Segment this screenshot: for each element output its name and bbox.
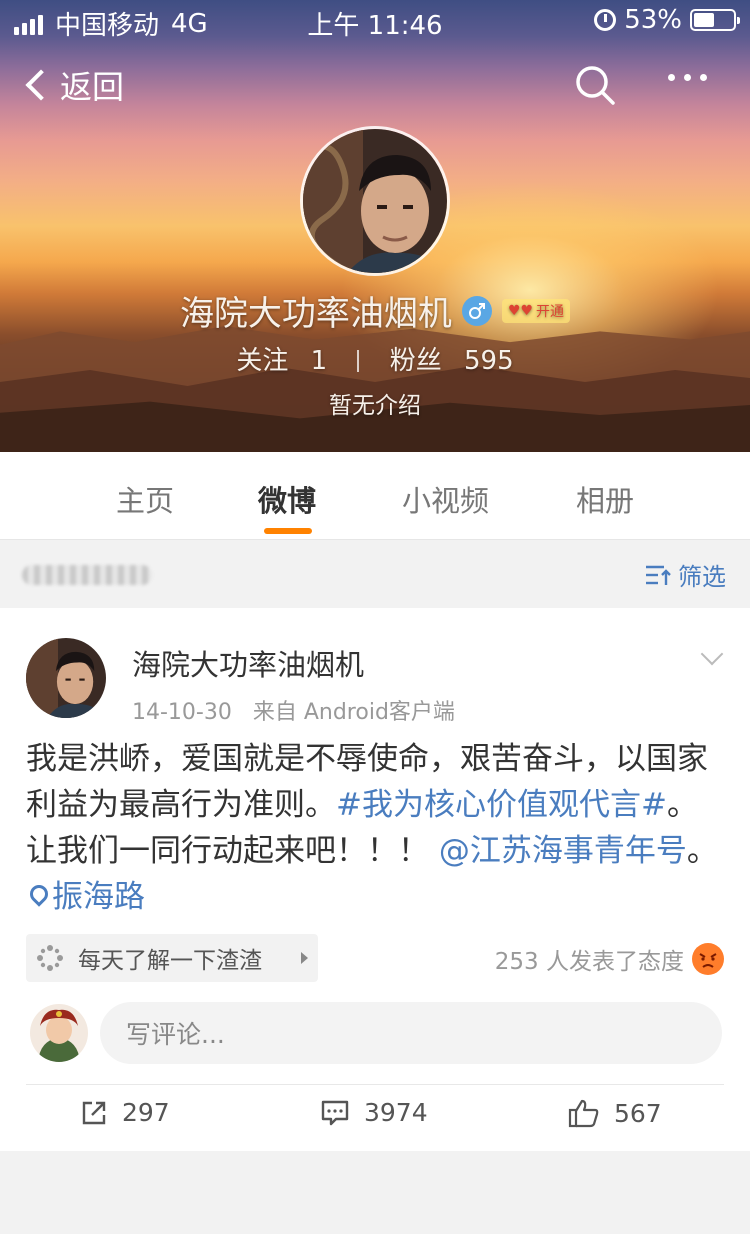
tab-home[interactable]: 主页: [116, 478, 174, 520]
topic-label: 每天了解一下渣渣: [78, 948, 262, 974]
profile-stats: 关注 1 粉丝 595: [0, 340, 750, 377]
battery-percent: 53%: [624, 5, 682, 35]
profile-tabs: 主页 微博 小视频 相册: [0, 452, 750, 540]
topic-chip[interactable]: 每天了解一下渣渣: [26, 934, 318, 982]
chevron-left-icon: [25, 69, 57, 101]
followers-stat[interactable]: 粉丝 595: [390, 346, 514, 376]
filter-icon: [646, 565, 671, 585]
filter-label: 筛选: [678, 563, 726, 591]
vip-icon: ♥♥: [507, 302, 534, 319]
tab-album[interactable]: 相册: [576, 478, 634, 520]
blurred-text: [22, 565, 152, 585]
post-card: 海院大功率油烟机 14-10-30 来自 Android客户端 我是洪峤，爱国就…: [0, 608, 750, 1151]
vip-badge[interactable]: ♥♥ 开通: [501, 298, 571, 323]
feed-background: [0, 1151, 750, 1234]
battery-icon: [690, 9, 740, 31]
current-user-avatar: [30, 1004, 88, 1062]
status-bar: 中国移动 4G 上午 11:46 53%: [0, 0, 750, 41]
profile-name-row: 海院大功率油烟机 ♥♥ 开通: [0, 286, 750, 335]
following-stat[interactable]: 关注 1: [236, 346, 335, 376]
thumbs-up-icon: [568, 1099, 599, 1128]
comment-count: 3974: [364, 1098, 428, 1127]
profile-avatar[interactable]: [300, 126, 450, 276]
hashtag-link[interactable]: #我为核心价值观代言#: [336, 787, 667, 823]
post-meta: 14-10-30 来自 Android客户端: [132, 694, 455, 726]
post-author-name[interactable]: 海院大功率油烟机: [132, 642, 364, 684]
post-author-avatar[interactable]: [26, 638, 106, 718]
filter-button[interactable]: 筛选: [644, 557, 726, 592]
alarm-icon: [594, 9, 617, 31]
back-label: 返回: [60, 68, 125, 106]
actions-divider: [26, 1084, 724, 1085]
repost-icon: [82, 1101, 106, 1124]
more-icon[interactable]: [668, 74, 707, 81]
profile-bio: 暂无介绍: [329, 393, 421, 419]
topic-sparkle-icon: [37, 945, 63, 971]
play-arrow-icon: [301, 952, 308, 964]
reactions-summary[interactable]: 253 人发表了态度: [495, 942, 724, 976]
comment-placeholder: 写评论...: [126, 1020, 225, 1049]
reactions-count: 253 人发表了态度: [494, 949, 684, 975]
following-label: 关注: [236, 346, 289, 376]
post-text: 我是洪峤，爱国就是不辱使命，艰苦奋斗，以国家利益为最高行为准则。#我为核心价值观…: [26, 736, 726, 920]
post-source: 来自 Android客户端: [252, 700, 455, 725]
location-link[interactable]: 振海路: [26, 879, 145, 915]
repost-count: 297: [122, 1098, 170, 1127]
post-date: 14-10-30: [132, 700, 232, 725]
mention-link[interactable]: @江苏海事青年号: [439, 833, 687, 869]
post-text-part: 。: [686, 833, 718, 869]
followers-count: 595: [464, 346, 514, 376]
like-button[interactable]: 567: [568, 1098, 662, 1128]
tab-videos[interactable]: 小视频: [402, 478, 489, 520]
location-label: 振海路: [52, 879, 145, 915]
comment-button[interactable]: 3974: [320, 1098, 428, 1127]
male-icon: [461, 295, 492, 326]
followers-label: 粉丝: [389, 346, 442, 376]
stats-divider: [357, 350, 360, 372]
angry-face-icon: [692, 943, 724, 975]
tab-weibo[interactable]: 微博: [258, 478, 316, 520]
search-icon[interactable]: [574, 64, 616, 106]
active-tab-indicator: [264, 528, 312, 534]
vip-label: 开通: [536, 303, 565, 320]
comment-input[interactable]: 写评论...: [100, 1002, 722, 1064]
filter-row: 筛选: [0, 541, 750, 607]
location-pin-icon: [26, 881, 52, 907]
comment-icon: [321, 1100, 349, 1125]
profile-header: 中国移动 4G 上午 11:46 53% 返回 海院大功率油烟机 ♥♥ 开通 关…: [0, 0, 750, 452]
following-count: 1: [310, 346, 328, 376]
repost-button[interactable]: 297: [80, 1098, 170, 1127]
profile-name: 海院大功率油烟机: [179, 294, 452, 334]
like-count: 567: [614, 1098, 662, 1128]
battery-level: [694, 13, 715, 27]
back-button[interactable]: 返回: [22, 62, 124, 108]
chevron-down-icon[interactable]: [700, 642, 724, 666]
